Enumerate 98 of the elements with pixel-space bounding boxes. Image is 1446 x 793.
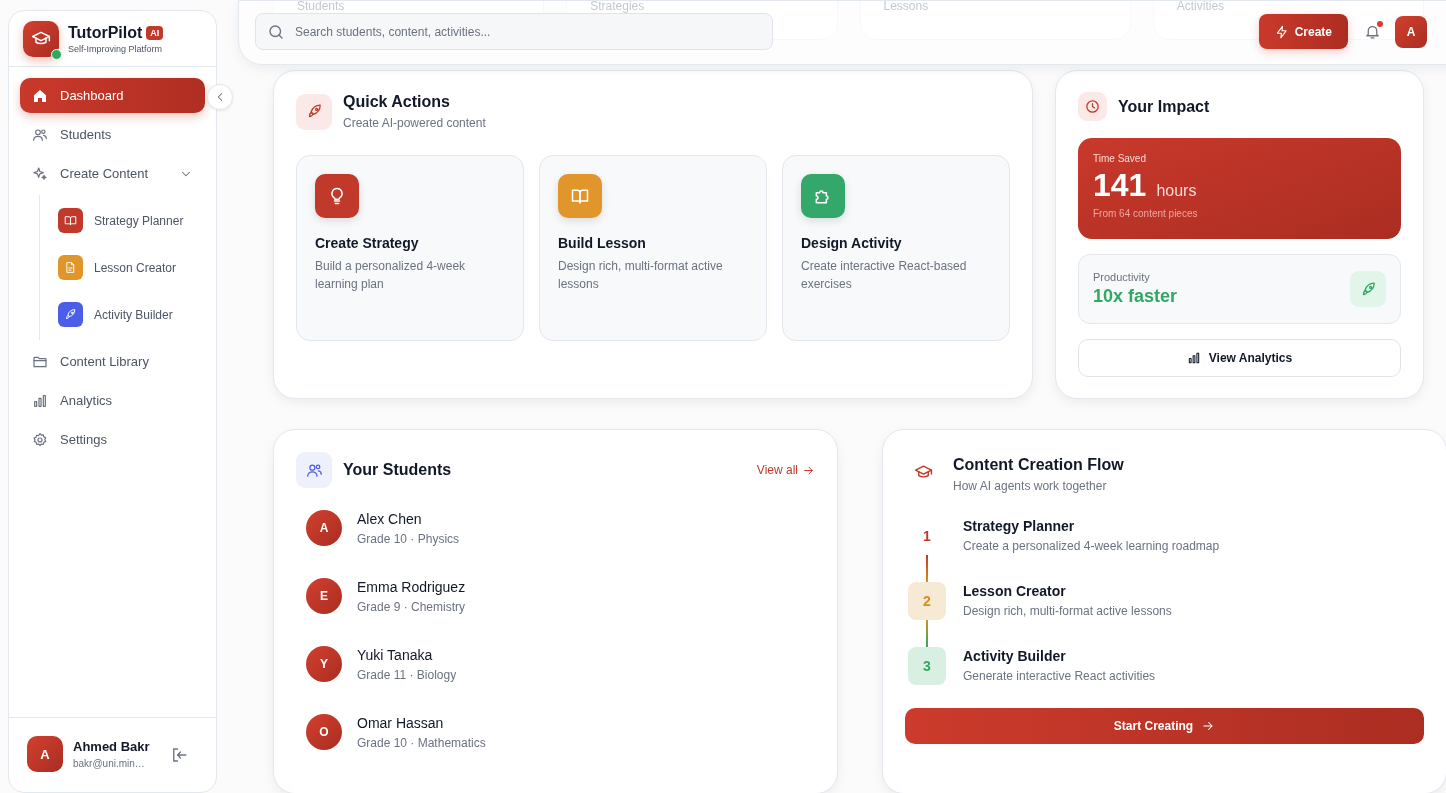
student-avatar: Y bbox=[306, 646, 342, 682]
nav-label: Create Content bbox=[60, 166, 150, 181]
avatar-button[interactable]: A bbox=[1395, 15, 1427, 48]
clock-icon bbox=[1084, 98, 1101, 115]
nav-label: Dashboard bbox=[60, 88, 125, 103]
nav-label: Content Library bbox=[60, 354, 150, 369]
student-row[interactable]: O Omar Hassan Grade 10 · Mathematics bbox=[306, 714, 815, 750]
card-title: Quick Actions bbox=[343, 93, 451, 111]
notification-button[interactable] bbox=[1364, 23, 1381, 40]
view-analytics-button[interactable]: View Analytics bbox=[1078, 339, 1401, 377]
stat-value: 141 bbox=[1093, 167, 1147, 204]
search-field[interactable]: Search students, content, activities... bbox=[255, 13, 773, 50]
app-tagline: Self-Improving Platform bbox=[68, 43, 164, 54]
nav-label: Lesson Creator bbox=[94, 260, 177, 275]
nav-label: Students bbox=[60, 127, 113, 142]
nav-subitem[interactable]: Activity Builder bbox=[58, 293, 205, 336]
student-avatar: O bbox=[306, 714, 342, 750]
action-description: Create interactive React-based exercises bbox=[801, 258, 968, 293]
action-card[interactable]: Build Lesson Design rich, multi-format active lessons bbox=[539, 155, 767, 341]
nav-item[interactable]: Settings bbox=[20, 422, 205, 457]
start-creating-button[interactable]: Start Creating bbox=[905, 708, 1424, 744]
connector-line bbox=[926, 620, 928, 647]
student-row[interactable]: A Alex Chen Grade 10 · Physics bbox=[306, 510, 815, 546]
stat-label: Lessons bbox=[883, 0, 930, 12]
action-title: Create Strategy bbox=[315, 235, 420, 251]
card-subtitle: Create AI-powered content bbox=[343, 116, 486, 130]
user-email: bakr@uni.min… bbox=[73, 758, 146, 769]
nav-item[interactable]: Analytics bbox=[20, 383, 205, 418]
bar-chart-icon bbox=[1186, 351, 1201, 365]
card-title: Your Impact bbox=[1118, 97, 1210, 116]
stat-label: Activities bbox=[1176, 0, 1226, 12]
action-title: Design Activity bbox=[801, 235, 903, 251]
nav-item[interactable]: Content Library bbox=[20, 344, 205, 379]
document-icon bbox=[64, 261, 77, 274]
book-icon bbox=[64, 214, 77, 227]
student-name: Yuki Tanaka bbox=[357, 646, 434, 663]
card-subtitle: How AI agents work together bbox=[953, 479, 1108, 493]
view-all-link[interactable]: View all bbox=[756, 463, 815, 477]
bar-chart-icon bbox=[32, 392, 48, 409]
student-detail: Grade 9 · Chemistry bbox=[357, 599, 466, 614]
app-name: TutorPilot bbox=[68, 23, 143, 42]
nav-label: Activity Builder bbox=[94, 307, 173, 322]
student-avatar: A bbox=[306, 510, 342, 546]
nav-label: Strategy Planner bbox=[94, 213, 184, 228]
user-avatar: A bbox=[27, 736, 63, 772]
stat-label: Time Saved bbox=[1093, 153, 1147, 164]
card-title: Your Students bbox=[343, 461, 452, 479]
student-detail: Grade 10 · Physics bbox=[357, 531, 460, 546]
sparkle-icon bbox=[32, 165, 48, 182]
stat-unit: hours bbox=[1156, 182, 1197, 200]
stat-note: From 64 content pieces bbox=[1093, 208, 1199, 219]
student-detail: Grade 11 · Biology bbox=[357, 667, 457, 682]
settings-icon bbox=[32, 431, 48, 448]
action-card[interactable]: Create Strategy Build a personalized 4-week learning plan bbox=[296, 155, 524, 341]
nav-item[interactable]: Dashboard bbox=[20, 78, 205, 113]
stat-label: Productivity bbox=[1093, 271, 1151, 283]
action-card[interactable]: Design Activity Create interactive React-based exercises bbox=[782, 155, 1010, 341]
create-button[interactable]: Create bbox=[1258, 14, 1348, 49]
nav-item[interactable]: Students bbox=[20, 117, 205, 152]
search-icon bbox=[267, 23, 285, 41]
student-name: Omar Hassan bbox=[357, 714, 445, 731]
student-detail: Grade 10 · Mathematics bbox=[357, 735, 486, 750]
nav-label: Analytics bbox=[60, 393, 114, 408]
stat-label: Strategies bbox=[590, 0, 646, 12]
step-number: 2 bbox=[908, 582, 946, 620]
step-title: Lesson Creator bbox=[963, 583, 1067, 599]
bell-icon bbox=[1364, 23, 1381, 40]
nav-subitem[interactable]: Strategy Planner bbox=[58, 199, 205, 242]
step-number: 3 bbox=[908, 647, 946, 685]
nav-label: Settings bbox=[60, 432, 108, 447]
nav-item[interactable]: Create Content bbox=[20, 156, 205, 191]
stat-value: 10x faster bbox=[1093, 286, 1178, 307]
connector-line bbox=[926, 555, 928, 582]
rocket-icon bbox=[64, 308, 77, 321]
people-icon bbox=[32, 126, 48, 143]
step-description: Design rich, multi-format active lessons bbox=[963, 604, 1172, 618]
step-title: Strategy Planner bbox=[963, 518, 1076, 534]
step-description: Generate interactive React activities bbox=[963, 669, 1156, 683]
student-row[interactable]: E Emma Rodriguez Grade 9 · Chemistry bbox=[306, 578, 815, 614]
step-title: Activity Builder bbox=[963, 648, 1067, 664]
ai-badge: AI bbox=[146, 25, 164, 40]
arrow-right-icon bbox=[1201, 719, 1216, 733]
student-name: Alex Chen bbox=[357, 510, 423, 527]
nav-subitem[interactable]: Lesson Creator bbox=[58, 246, 205, 289]
step-number: 1 bbox=[922, 527, 932, 546]
student-name: Emma Rodriguez bbox=[357, 578, 466, 595]
student-row[interactable]: Y Yuki Tanaka Grade 11 · Biology bbox=[306, 646, 815, 682]
action-description: Design rich, multi-format active lessons bbox=[558, 258, 724, 293]
card-title: Content Creation Flow bbox=[953, 456, 1124, 474]
action-title: Build Lesson bbox=[558, 235, 647, 251]
action-description: Build a personalized 4-week learning plan bbox=[315, 258, 467, 293]
house-icon bbox=[32, 87, 48, 104]
lightning-icon bbox=[1274, 24, 1289, 39]
stat-label: Students bbox=[297, 0, 346, 12]
user-name: Ahmed Bakr bbox=[73, 739, 150, 754]
book-icon bbox=[570, 186, 590, 206]
student-avatar: E bbox=[306, 578, 342, 614]
step-description: Create a personalized 4-week learning roadmap bbox=[963, 539, 1220, 553]
